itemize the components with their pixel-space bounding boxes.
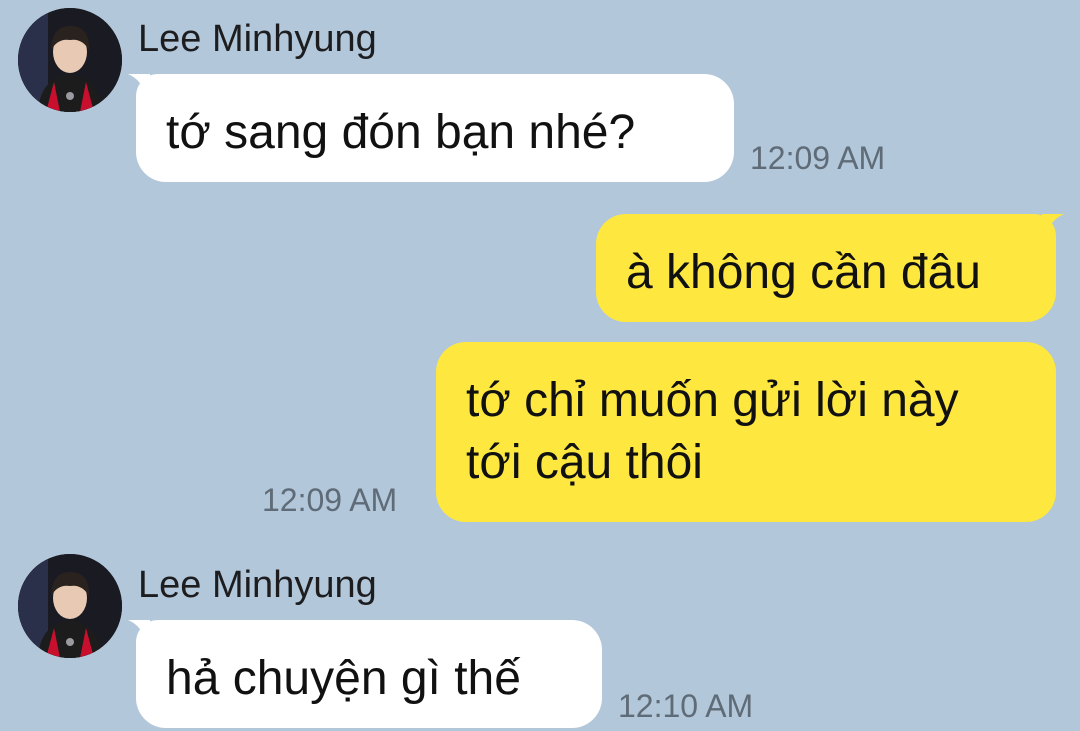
message-timestamp: 12:10 AM (618, 688, 754, 724)
profile-photo-icon (18, 554, 122, 658)
sender-avatar[interactable] (18, 8, 122, 112)
message-text: tớ sang đón bạn nhé? (166, 106, 636, 159)
message-bubble-incoming[interactable]: tớ sang đón bạn nhé? (136, 74, 734, 182)
message-text-line: tới cậu thôi (466, 436, 703, 490)
sender-name: Lee Minhyung (138, 564, 377, 606)
message-text: hả chuyện gì thế (166, 652, 521, 705)
message-timestamp: 12:09 AM (750, 140, 886, 176)
message-bubble-outgoing[interactable]: tớ chỉ muốn gửi lời này tới cậu thôi (436, 342, 1056, 522)
message-text: à không cần đâu (626, 246, 981, 299)
sender-avatar[interactable] (18, 554, 122, 658)
sender-name: Lee Minhyung (138, 18, 377, 60)
profile-photo-icon (18, 8, 122, 112)
message-bubble-outgoing[interactable]: à không cần đâu (596, 214, 1056, 322)
message-timestamp: 12:09 AM (262, 482, 398, 518)
message-text-line: tớ chỉ muốn gửi lời này (466, 374, 959, 427)
message-bubble-incoming[interactable]: hả chuyện gì thế (136, 620, 602, 728)
